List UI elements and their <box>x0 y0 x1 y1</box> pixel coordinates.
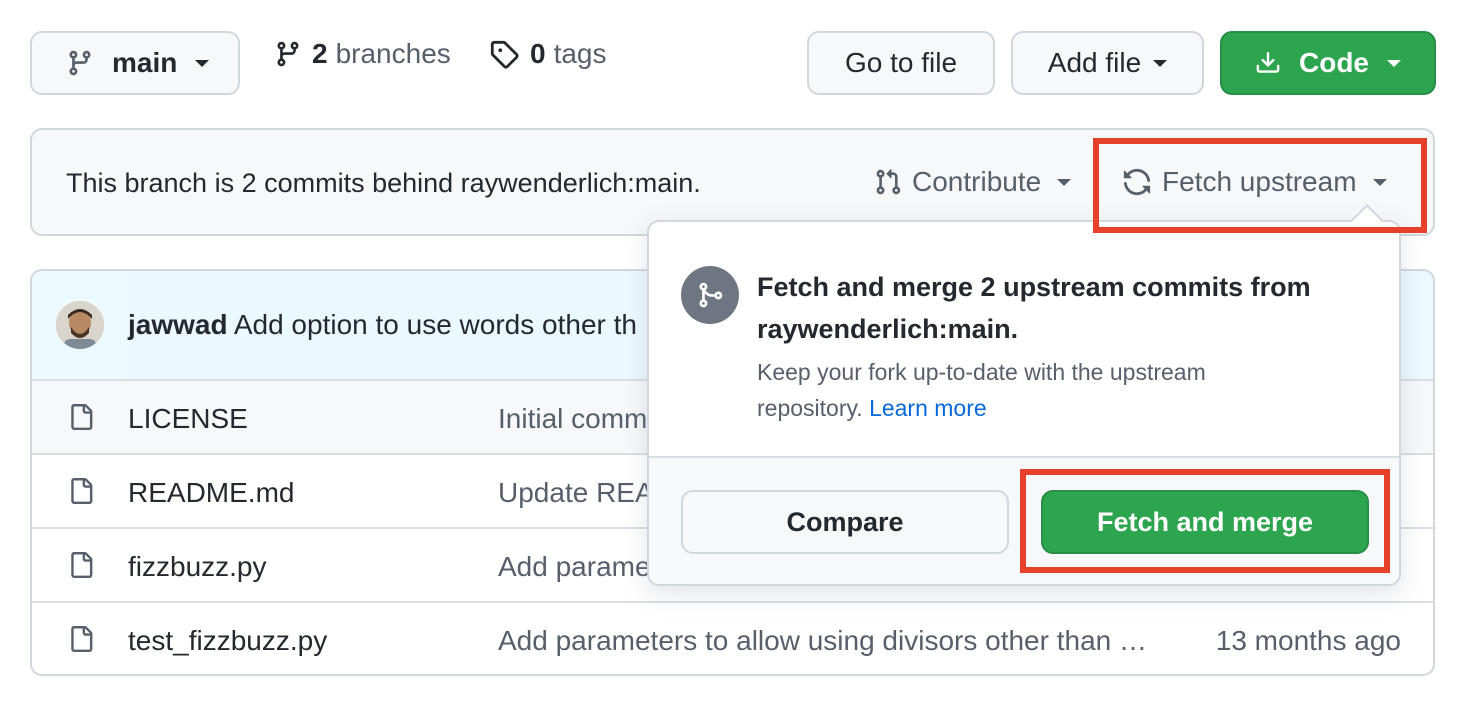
chevron-down-icon <box>195 59 210 67</box>
popover-description-text: repository. <box>757 395 863 421</box>
git-branch-icon <box>274 39 302 69</box>
tags-count: 0 <box>530 38 546 69</box>
go-to-file-button[interactable]: Go to file <box>807 31 995 95</box>
branches-label: branches <box>335 38 451 69</box>
branch-name: main <box>112 47 178 78</box>
highlight-fetch-and-merge <box>1020 469 1390 573</box>
compare-button[interactable]: Compare <box>681 490 1009 554</box>
pull-request-icon <box>874 167 902 197</box>
go-to-file-label: Go to file <box>844 47 958 78</box>
popover-description-line: Keep your fork up-to-date with the upstr… <box>757 359 1206 385</box>
add-file-label: Add file <box>1047 47 1142 78</box>
latest-commit-summary: jawwad Add option to use words other th <box>128 309 637 341</box>
file-name[interactable]: README.md <box>128 477 294 509</box>
avatar[interactable] <box>56 301 104 349</box>
file-commit-message[interactable]: Add parame <box>498 551 651 583</box>
chevron-down-icon <box>1387 59 1401 67</box>
popover-description: Keep your fork up-to-date with the upstr… <box>757 354 1206 426</box>
popover-title: Fetch and merge 2 upstream commits from … <box>757 266 1311 350</box>
commit-message[interactable]: Add option to use words other th <box>234 309 637 340</box>
contribute-label: Contribute <box>912 166 1042 197</box>
highlight-fetch-upstream <box>1093 138 1427 233</box>
file-name[interactable]: fizzbuzz.py <box>128 551 267 583</box>
tags-label: tags <box>553 38 607 69</box>
contribute-button[interactable]: Contribute <box>874 166 1072 198</box>
branch-status-text: This branch is 2 commits behind raywende… <box>66 168 701 198</box>
commit-author[interactable]: jawwad <box>128 309 228 340</box>
tags-link[interactable]: 0 tags <box>488 38 607 70</box>
file-icon <box>68 475 94 507</box>
file-commit-message[interactable]: Add parameters to allow using divisors o… <box>498 625 1147 657</box>
popover-description-line: repository. Learn more <box>757 390 1206 426</box>
learn-more-link[interactable]: Learn more <box>869 395 987 421</box>
chevron-down-icon <box>1057 178 1072 186</box>
branch-select-button[interactable]: main <box>30 31 240 95</box>
branches-link[interactable]: 2 branches <box>274 38 451 70</box>
file-age: 13 months ago <box>1215 625 1401 656</box>
table-row: test_fizzbuzz.py Add parameters to allow… <box>32 601 1433 674</box>
popover-title-line: Fetch and merge 2 upstream commits from <box>757 272 1311 302</box>
merge-icon <box>681 266 739 324</box>
download-icon <box>1255 49 1281 77</box>
file-name[interactable]: test_fizzbuzz.py <box>128 625 327 657</box>
code-label: Code <box>1299 47 1369 78</box>
compare-label: Compare <box>786 506 904 537</box>
chevron-down-icon <box>1153 59 1168 67</box>
file-icon <box>68 623 94 655</box>
git-branch-icon <box>66 48 94 78</box>
file-icon <box>68 549 94 581</box>
file-name[interactable]: LICENSE <box>128 403 248 435</box>
add-file-button[interactable]: Add file <box>1011 31 1204 95</box>
popover-title-line: raywenderlich:main. <box>757 314 1019 344</box>
code-button[interactable]: Code <box>1220 31 1436 95</box>
file-icon <box>68 401 94 433</box>
branches-count: 2 <box>312 38 328 69</box>
file-commit-message[interactable]: Initial comm <box>498 403 647 435</box>
file-commit-message[interactable]: Update REA <box>498 477 654 509</box>
tag-icon <box>488 39 520 69</box>
